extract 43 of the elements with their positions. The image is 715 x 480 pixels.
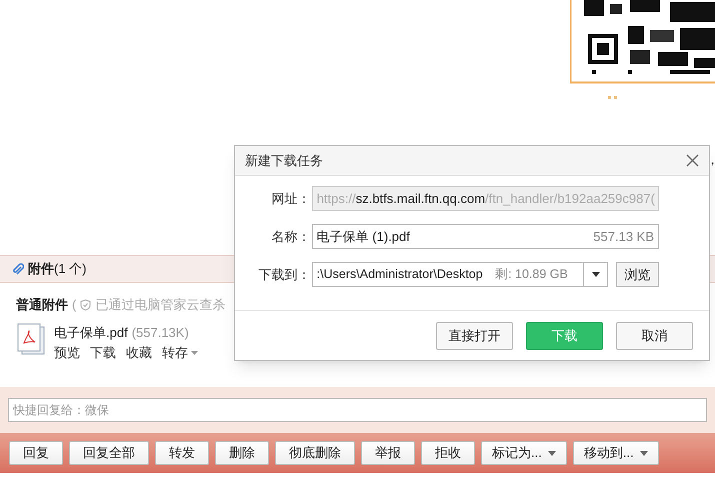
section-label: 普通附件 [16, 296, 68, 314]
field-label: 名称： [270, 228, 311, 246]
shield-icon [80, 298, 92, 311]
dialog-button[interactable]: 直接打开 [436, 322, 513, 350]
dots-icon [608, 96, 617, 99]
close-icon[interactable] [686, 154, 699, 167]
dialog-title: 新建下载任务 [245, 152, 323, 170]
edge-text: ， [706, 151, 715, 169]
scan-note-paren: ( [72, 296, 76, 314]
quick-reply-field[interactable]: 快捷回复给：微保 [8, 398, 707, 422]
free-space: 剩: 10.89 GB [495, 266, 569, 284]
name-field[interactable]: 电子保单 (1).pdf 557.13 KB [312, 224, 659, 249]
browse-button[interactable]: 浏览 [616, 262, 659, 287]
caret-icon [191, 350, 198, 355]
scan-note: 已通过电脑管家云查杀 [95, 296, 226, 314]
qr-code-icon [570, 0, 715, 86]
file-size: 557.13 KB [593, 228, 654, 246]
caret-icon [592, 272, 600, 277]
attachments-title: 附件 [28, 260, 54, 278]
dialog-button[interactable]: 取消 [616, 322, 693, 350]
dropdown-button[interactable]: 移动到... [572, 441, 659, 465]
field-label: 下载到： [258, 266, 311, 284]
attachment-action-link[interactable]: 预览 [54, 343, 80, 362]
caret-icon [548, 450, 556, 456]
paperclip-icon [12, 262, 24, 276]
attachment-action-link[interactable]: 下载 [90, 343, 116, 362]
pdf-file-icon [16, 322, 46, 354]
dropdown-button[interactable]: 标记为... [481, 441, 567, 465]
attachment-count: (1 个) [54, 260, 86, 278]
toolbar-button[interactable]: 彻底删除 [275, 441, 355, 465]
path-field[interactable]: :\Users\Administrator\Desktop 剩: 10.89 GB [312, 262, 608, 287]
file-size: (557.13K) [132, 324, 189, 340]
toolbar-button[interactable]: 删除 [215, 441, 269, 465]
save-to-menu[interactable]: 转存 [162, 343, 198, 362]
toolbar-button[interactable]: 回复全部 [69, 441, 149, 465]
toolbar-button[interactable]: 回复 [9, 441, 63, 465]
toolbar-button[interactable]: 拒收 [421, 441, 475, 465]
field-label: 网址： [270, 190, 311, 208]
attachment-action-link[interactable]: 收藏 [126, 343, 152, 362]
toolbar-button[interactable]: 转发 [155, 441, 209, 465]
caret-icon [640, 450, 648, 456]
file-name[interactable]: 电子保单.pdf [54, 324, 128, 340]
toolbar-button[interactable]: 举报 [361, 441, 415, 465]
